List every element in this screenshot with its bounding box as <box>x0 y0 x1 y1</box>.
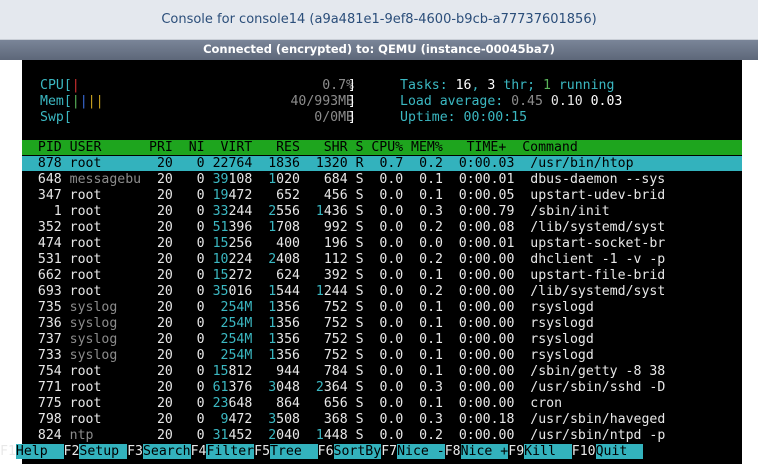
mem-meter-end: ] <box>348 94 356 109</box>
connection-status-bar: Connected (encrypted) to: QEMU (instance… <box>0 40 758 60</box>
process-row[interactable]: 735 syslog 20 0 254M 1356 752 S 0.0 0.1 … <box>22 300 594 316</box>
process-row[interactable]: 878 root 20 0 22764 1836 1320 R 0.7 0.2 … <box>22 156 634 172</box>
process-row[interactable]: 771 root 20 0 61376 3048 2364 S 0.0 0.3 … <box>22 380 665 396</box>
process-row[interactable]: 736 syslog 20 0 254M 1356 752 S 0.0 0.1 … <box>22 316 594 332</box>
fkey-label[interactable]: Quit <box>595 444 644 459</box>
process-row[interactable]: 798 root 20 0 9472 3508 368 S 0.0 0.3 0:… <box>22 412 665 428</box>
process-row[interactable]: 347 root 20 0 19472 652 456 S 0.0 0.1 0:… <box>22 188 665 204</box>
console-title-bar: Console for console14 (a9a481e1-9ef8-460… <box>0 0 758 40</box>
swap-meter: Swp[ <box>40 110 72 125</box>
fkey-f2[interactable]: F2 <box>64 444 80 459</box>
process-row[interactable]: 1 root 20 0 33244 2556 1436 S 0.0 0.3 0:… <box>22 204 610 220</box>
swap-value: 0/0MB <box>314 110 354 125</box>
fkey-f8[interactable]: F8 <box>445 444 461 459</box>
fkey-f5[interactable]: F5 <box>254 444 270 459</box>
tasks-summary: Tasks: 16, 3 thr; 1 running <box>400 78 615 93</box>
process-row[interactable]: 733 syslog 20 0 254M 1356 752 S 0.0 0.1 … <box>22 348 594 364</box>
fkey-f6[interactable]: F6 <box>318 444 334 459</box>
fkey-f4[interactable]: F4 <box>191 444 207 459</box>
fkey-label[interactable]: Search <box>142 444 191 459</box>
cpu-meter-end: ] <box>348 78 356 93</box>
fkey-f1[interactable]: F1 <box>0 444 16 459</box>
fkey-label[interactable]: Nice - <box>397 444 445 459</box>
terminal-screen[interactable]: CPU[| 0.7% ] Mem[|||| 40/993MB ] Swp[ 0/… <box>0 60 742 464</box>
fkey-f9[interactable]: F9 <box>508 444 524 459</box>
connection-status: Connected (encrypted) to: QEMU (instance… <box>203 42 555 56</box>
fkey-label[interactable]: Help <box>15 444 64 459</box>
fkey-label[interactable]: Kill <box>524 444 572 459</box>
fkey-f10[interactable]: F10 <box>572 444 596 459</box>
process-row[interactable]: 754 root 20 0 15812 944 784 S 0.0 0.1 0:… <box>22 364 665 380</box>
process-row[interactable]: 531 root 20 0 10224 2408 112 S 0.0 0.2 0… <box>22 252 665 268</box>
fkey-label[interactable]: Nice + <box>460 444 509 459</box>
fkey-label[interactable]: Setup <box>79 444 128 459</box>
fkey-label[interactable]: Filter <box>206 444 255 459</box>
process-row[interactable]: 474 root 20 0 15256 400 196 S 0.0 0.0 0:… <box>22 236 665 252</box>
fkey-label[interactable]: SortBy <box>333 444 382 459</box>
mem-value: 40/993MB <box>290 94 354 109</box>
process-row[interactable]: 352 root 20 0 51396 1708 992 S 0.0 0.2 0… <box>22 220 665 236</box>
process-row[interactable]: 693 root 20 0 35016 1544 1244 S 0.0 0.2 … <box>22 284 665 300</box>
process-row[interactable]: 737 syslog 20 0 254M 1356 752 S 0.0 0.1 … <box>22 332 594 348</box>
console-title: Console for console14 (a9a481e1-9ef8-460… <box>161 12 597 27</box>
mem-meter: Mem[|||| <box>40 94 104 109</box>
fkey-label[interactable]: Tree <box>270 444 318 459</box>
fkey-f7[interactable]: F7 <box>381 444 397 459</box>
process-row[interactable]: 775 root 20 0 23648 864 656 S 0.0 0.1 0:… <box>22 396 562 412</box>
uptime: Uptime: 00:00:15 <box>400 110 528 125</box>
process-row[interactable]: 648 messagebu 20 0 39108 1020 684 S 0.0 … <box>22 172 665 188</box>
function-key-bar[interactable]: F1Help F2Setup F3SearchF4FilterF5Tree F6… <box>0 444 644 460</box>
process-row[interactable]: 662 root 20 0 15272 624 392 S 0.0 0.1 0:… <box>22 268 665 284</box>
load-average: Load average: 0.45 0.10 0.03 <box>400 94 623 109</box>
cpu-meter: CPU[| <box>40 78 80 93</box>
swap-meter-end: ] <box>348 110 356 125</box>
column-header[interactable]: PID USER PRI NI VIRT RES SHR S CPU% MEM%… <box>22 140 578 156</box>
process-row[interactable]: 824 ntp 20 0 31452 2040 1448 S 0.0 0.2 0… <box>22 428 665 444</box>
fkey-f3[interactable]: F3 <box>127 444 143 459</box>
